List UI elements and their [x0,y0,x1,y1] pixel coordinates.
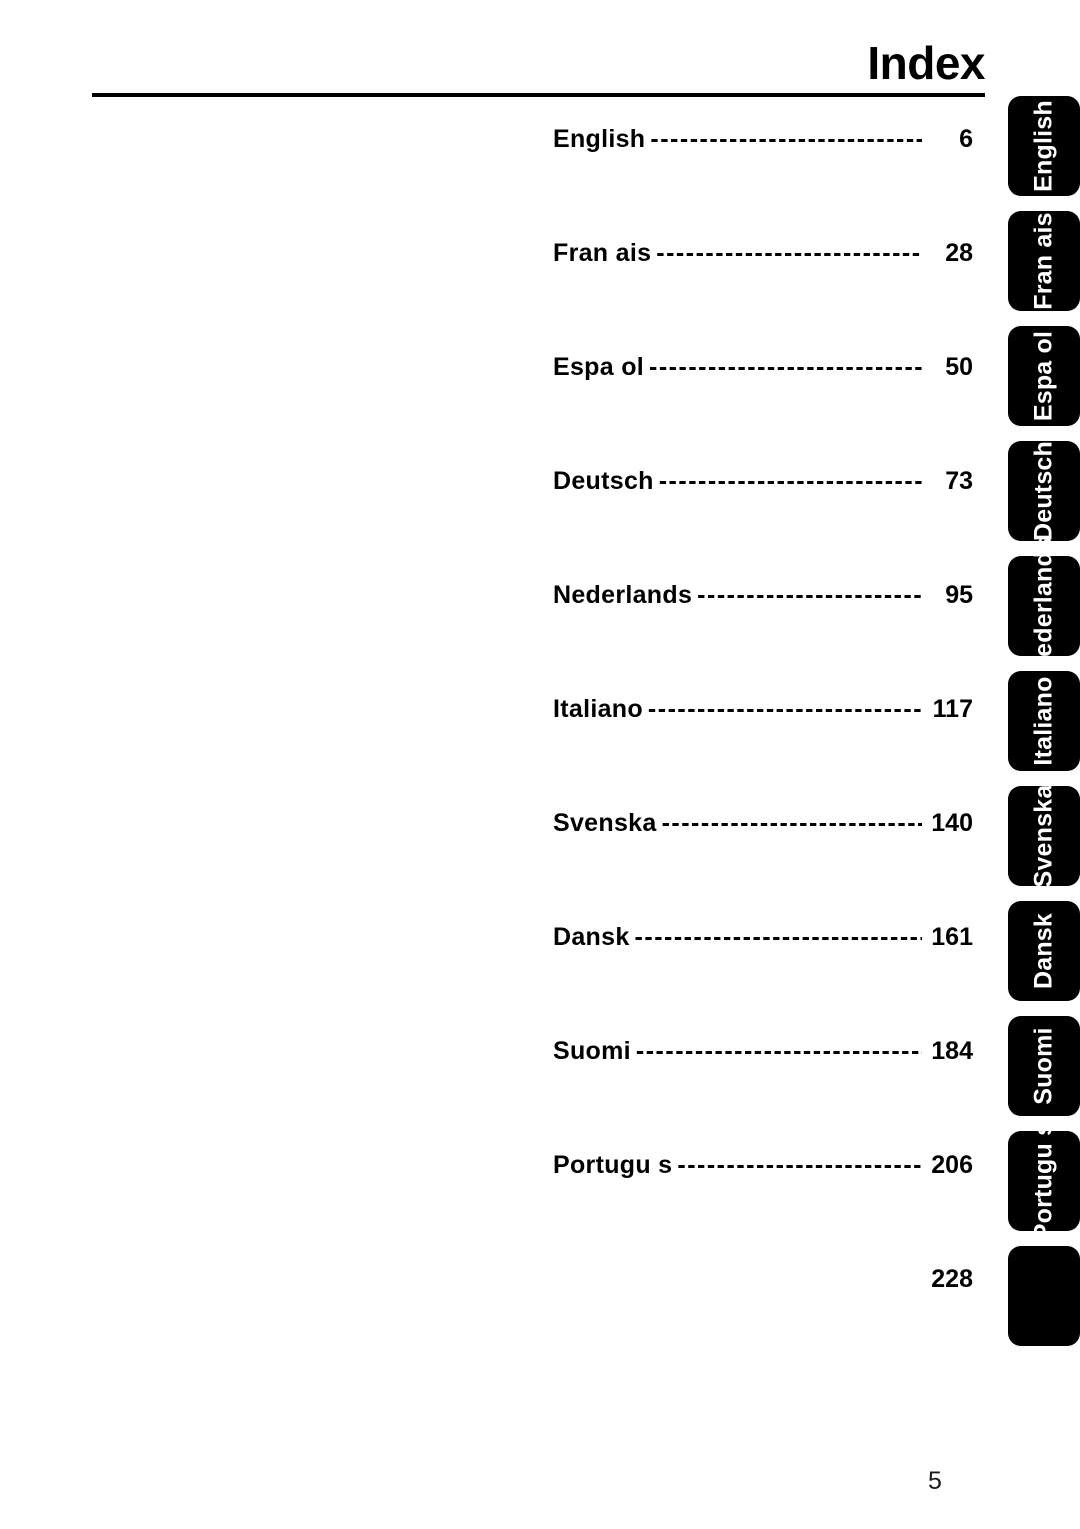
language-tab-strip: English Fran ais Espa ol Deutsch Nederlands I… [1008,96,1080,1361]
dotted-leader [656,236,922,270]
dotted-leader [677,1148,922,1182]
index-entry-page-number: 140 [931,809,973,837]
language-tab[interactable]: English [1008,96,1080,196]
language-tab-label: Deutsch [1029,440,1058,542]
index-row[interactable]: Deutsch 73 [553,464,973,578]
index-entry-label: Nederlands [553,581,693,609]
index-entry-page-number: 184 [931,1037,973,1065]
page-number: 5 [928,1467,942,1495]
index-row[interactable]: Nederlands 95 [553,578,973,692]
index-row[interactable]: Italiano 117 [553,692,973,806]
language-tab-label: Svenska [1029,784,1058,888]
language-tab[interactable]: Italiano [1008,671,1080,771]
index-row[interactable]: Fran ais 28 [553,236,973,350]
index-entry-page-number: 228 [931,1265,973,1293]
index-row[interactable]: English 6 [553,122,973,236]
language-tab[interactable]: Dansk [1008,901,1080,1001]
index-row[interactable]: 228 [553,1262,973,1376]
index-entry-label: Suomi [553,1037,631,1065]
language-tab[interactable]: Nederlands [1008,537,1080,675]
dotted-leader [648,692,922,726]
dotted-leader [649,350,922,384]
language-tab-label: Nederlands [1029,536,1058,676]
language-tab[interactable]: Espa ol [1008,326,1080,426]
language-tab-label: Fran ais [1029,212,1058,310]
index-list: English 6 Fran ais 28 Espa ol 50 Deutsch 73 Nede… [553,122,973,1376]
index-entry-page-number: 161 [931,923,973,951]
language-tab[interactable]: Portugu s [1008,1122,1080,1240]
index-entry-label: Fran ais [553,239,652,267]
index-entry-page-number: 28 [945,239,973,267]
language-tab-label: Suomi [1029,1027,1058,1105]
index-entry-label: Deutsch [553,467,654,495]
index-entry-label: Portugu s [553,1151,673,1179]
index-entry-label: Italiano [553,695,643,723]
index-entry-page-number: 206 [931,1151,973,1179]
index-entry-label: Dansk [553,923,630,951]
index-entry-label: Svenska [553,809,657,837]
index-entry-page-number: 95 [945,581,973,609]
dotted-leader [659,464,922,498]
language-tab[interactable]: Svenska [1008,784,1080,888]
index-row[interactable]: Portugu s 206 [553,1148,973,1262]
page-title: Index [867,37,985,89]
index-entry-label: Espa ol [553,353,645,381]
language-tab-label: Italiano [1029,676,1058,766]
language-tab-label: Portugu s [1029,1121,1058,1241]
index-row[interactable]: Svenska 140 [553,806,973,920]
language-tab-label: Dansk [1029,912,1058,990]
language-tab[interactable] [1008,1246,1080,1346]
language-tab[interactable]: Fran ais [1008,211,1080,311]
dotted-leader [635,920,922,954]
index-entry-label: English [553,125,646,153]
dotted-leader [636,1034,922,1068]
index-entry-page-number: 50 [945,353,973,381]
index-entry-page-number: 6 [959,125,973,153]
index-row[interactable]: Suomi 184 [553,1034,973,1148]
language-tab[interactable]: Deutsch [1008,441,1080,541]
index-row[interactable]: Espa ol 50 [553,350,973,464]
language-tab-label: Espa ol [1029,330,1058,422]
dotted-leader [650,122,922,156]
index-entry-page-number: 117 [932,695,973,723]
language-tab[interactable]: Suomi [1008,1016,1080,1116]
language-tab-label: English [1029,100,1058,192]
dotted-leader [662,806,922,840]
index-entry-page-number: 73 [945,467,973,495]
dotted-leader [697,578,922,612]
index-row[interactable]: Dansk 161 [553,920,973,1034]
title-divider [92,93,985,97]
